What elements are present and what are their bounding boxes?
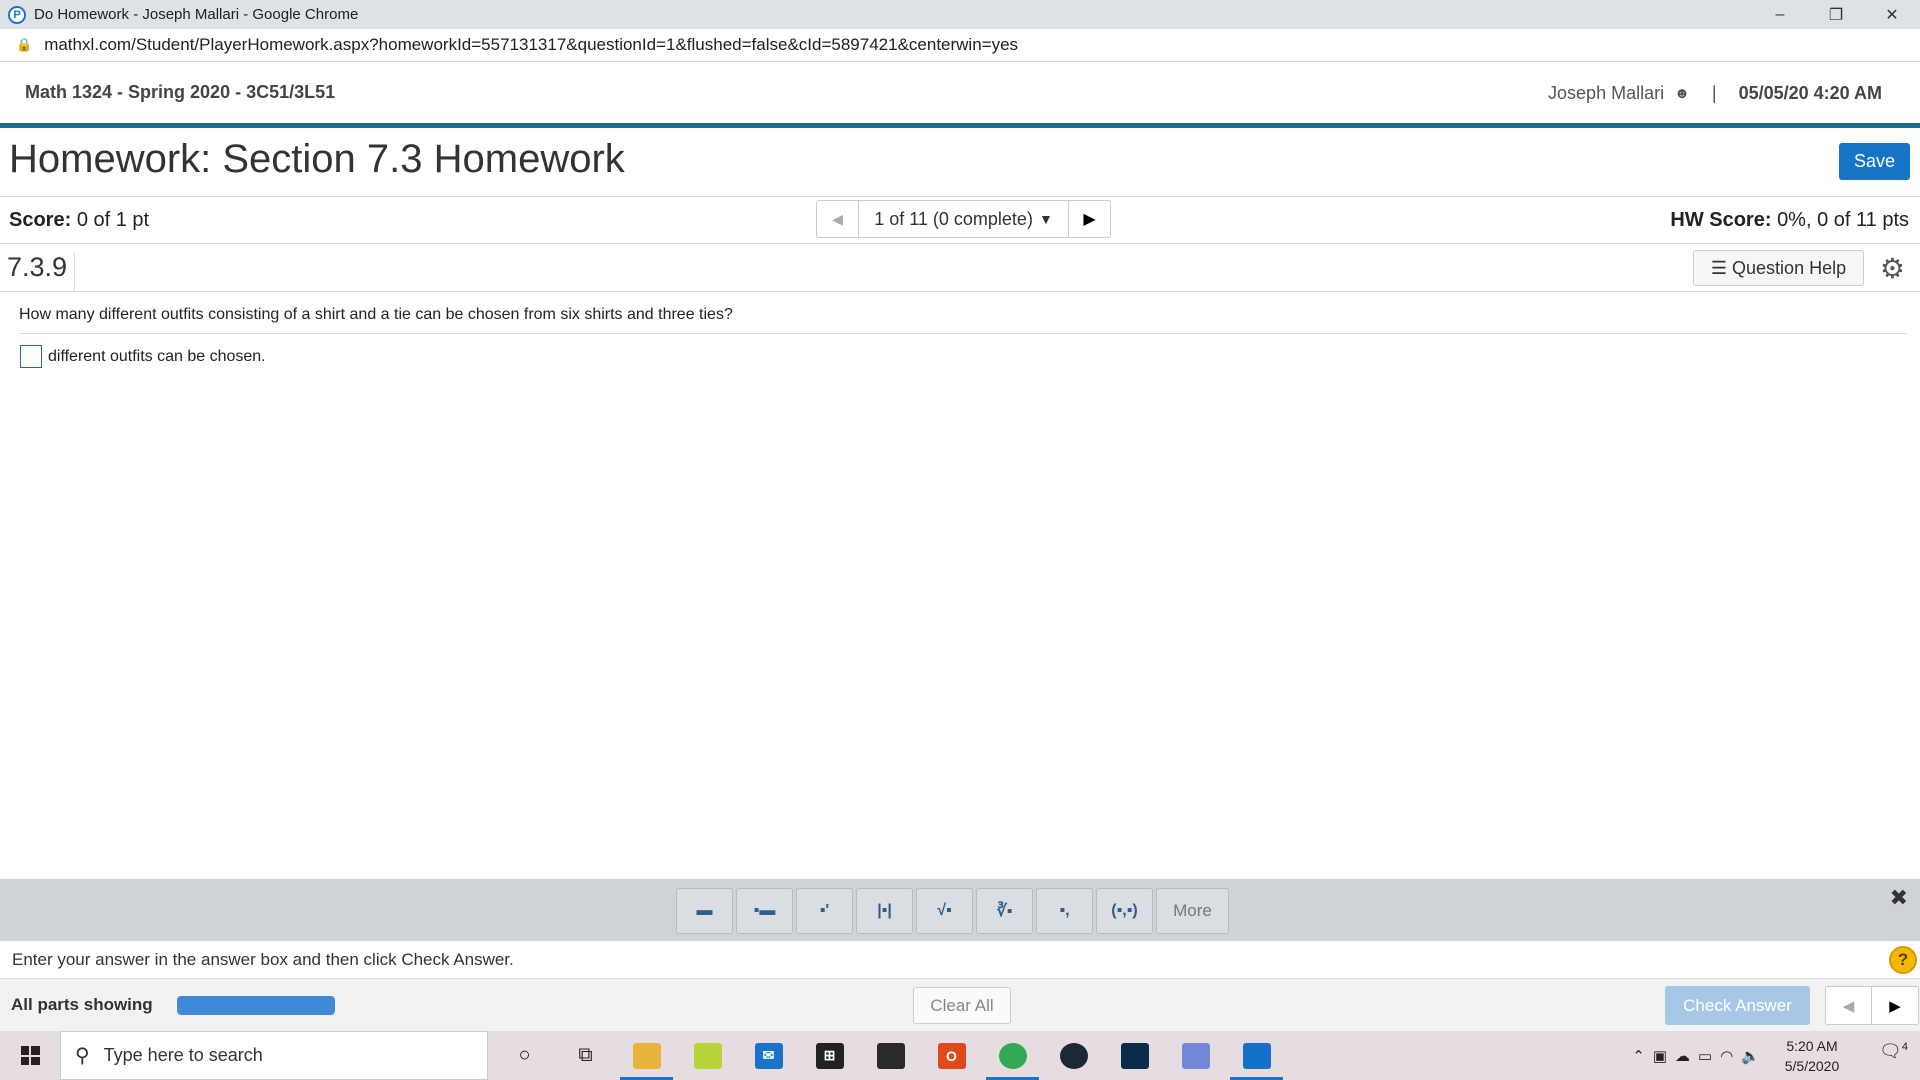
question-divider — [19, 333, 1907, 334]
clock-time: 5:20 AM — [1786, 1038, 1838, 1054]
clock-date: 5/5/2020 — [1784, 1058, 1840, 1074]
vpn-icon[interactable] — [1104, 1031, 1165, 1080]
hw-score-value: 0%, 0 of 11 pts — [1777, 209, 1909, 231]
course-name: Math 1324 - Spring 2020 - 3C51/3L51 — [25, 82, 336, 102]
windows-logo-icon — [20, 1046, 40, 1065]
help-question-icon[interactable]: ? — [1889, 946, 1917, 974]
search-icon: ⚲ — [75, 1045, 90, 1067]
question-text: How many different outfits consisting of… — [19, 306, 733, 323]
answer-input[interactable] — [20, 345, 42, 368]
subscript-icon[interactable]: ▪, — [1036, 888, 1093, 934]
caret-down-icon: ▼ — [1038, 211, 1053, 227]
sticky-notes-icon[interactable] — [677, 1031, 738, 1080]
next-arrow-icon[interactable]: ▶ — [1872, 987, 1918, 1024]
user-name[interactable]: Joseph Mallari — [1548, 83, 1664, 104]
sqrt-icon[interactable]: √▪ — [916, 888, 973, 934]
taskbar-search[interactable]: ⚲ Type here to search — [60, 1031, 488, 1080]
taskbar-apps: ○ ⧉ ✉ ⊞ O — [494, 1031, 1287, 1080]
more-tools-button[interactable]: More — [1156, 888, 1229, 934]
exponent-icon[interactable]: ▪' — [796, 888, 853, 934]
system-tray: ⌃ ▣ ☁ ▭ ◠ 🔈 — [1632, 1031, 1760, 1080]
math-palette: ▬ ▪▬ ▪' |▪| √▪ ∛▪ ▪, (▪,▪) More ✖ — [0, 879, 1920, 941]
file-explorer-icon[interactable] — [616, 1031, 677, 1080]
search-placeholder: Type here to search — [103, 1045, 263, 1065]
answer-row: different outfits can be chosen. — [20, 345, 266, 368]
parts-showing-label: All parts showing — [11, 995, 153, 1014]
store-icon[interactable]: ⊞ — [799, 1031, 860, 1080]
notification-count: 4 — [1901, 1041, 1908, 1053]
battery-icon[interactable]: ▭ — [1698, 1047, 1712, 1065]
url-text[interactable]: mathxl.com/Student/PlayerHomework.aspx?h… — [44, 35, 1018, 55]
close-palette-icon[interactable]: ✖ — [1890, 885, 1908, 911]
question-dropdown[interactable]: 1 of 11 (0 complete) ▼ — [859, 201, 1068, 237]
fraction-icon[interactable]: ▬ — [676, 888, 733, 934]
address-bar[interactable]: 🔒 mathxl.com/Student/PlayerHomework.aspx… — [0, 29, 1920, 62]
user-icon: ☻ — [1674, 84, 1690, 102]
notification-center-icon[interactable]: 🗨4 — [1879, 1041, 1908, 1062]
check-answer-button[interactable]: Check Answer — [1665, 986, 1810, 1025]
close-icon[interactable]: ✕ — [1864, 0, 1920, 29]
next-question-icon[interactable]: ▶ — [1068, 201, 1110, 237]
browser-title-bar: P Do Homework - Joseph Mallari - Google … — [0, 0, 1920, 29]
lock-icon: 🔒 — [16, 37, 33, 52]
course-header: Math 1324 - Spring 2020 - 3C51/3L51 Jose… — [0, 62, 1920, 128]
nth-root-icon[interactable]: ∛▪ — [976, 888, 1033, 934]
bottom-question-nav: ◀ ▶ — [1825, 986, 1919, 1025]
pearson-favicon-icon: P — [8, 5, 26, 24]
page-title: Homework: Section 7.3 Homework — [9, 137, 625, 181]
header-user-info: Joseph Mallari ☻ | 05/05/20 4:20 AM — [1548, 62, 1882, 124]
discord-icon[interactable] — [1165, 1031, 1226, 1080]
network-app-icon[interactable]: ▣ — [1653, 1047, 1667, 1065]
gear-icon[interactable]: ⚙ — [1880, 252, 1905, 285]
mixed-number-icon[interactable]: ▪▬ — [736, 888, 793, 934]
question-id-row: 7.3.9 ☰ Question Help ⚙ — [0, 244, 1920, 292]
chrome-icon[interactable] — [982, 1031, 1043, 1080]
office-icon[interactable]: O — [921, 1031, 982, 1080]
score-label: Score: — [9, 209, 72, 231]
list-icon: ☰ — [1710, 257, 1728, 278]
hw-score-label: HW Score: — [1670, 209, 1772, 231]
answer-suffix: different outfits can be chosen. — [48, 347, 266, 365]
task-view-icon[interactable]: ⧉ — [555, 1031, 616, 1080]
wifi-icon[interactable]: ◠ — [1720, 1047, 1733, 1065]
chevron-up-icon[interactable]: ⌃ — [1632, 1047, 1645, 1065]
parts-progress-bar — [177, 996, 335, 1015]
score-row: Score: 0 of 1 pt ◀ 1 of 11 (0 complete) … — [0, 196, 1920, 244]
absolute-value-icon[interactable]: |▪| — [856, 888, 913, 934]
predator-icon[interactable] — [860, 1031, 921, 1080]
hw-score: HW Score: 0%, 0 of 11 pts — [1670, 209, 1909, 232]
windows-taskbar: ⚲ Type here to search ○ ⧉ ✉ ⊞ O ⌃ ▣ ☁ ▭ … — [0, 1031, 1920, 1080]
clear-all-button[interactable]: Clear All — [913, 987, 1011, 1024]
photos-icon[interactable] — [1226, 1031, 1287, 1080]
question-id: 7.3.9 — [7, 252, 76, 292]
prev-question-icon[interactable]: ◀ — [817, 201, 859, 237]
interval-icon[interactable]: (▪,▪) — [1096, 888, 1153, 934]
header-datetime: 05/05/20 4:20 AM — [1738, 82, 1882, 103]
instruction-bar: Enter your answer in the answer box and … — [0, 941, 1920, 979]
bottom-bar: All parts showing Clear All Check Answer… — [0, 979, 1920, 1031]
mail-icon[interactable]: ✉ — [738, 1031, 799, 1080]
window-controls: – ❐ ✕ — [1752, 0, 1920, 29]
question-score: Score: 0 of 1 pt — [9, 209, 149, 232]
start-button[interactable] — [0, 1031, 60, 1080]
question-help-button[interactable]: ☰ Question Help — [1693, 250, 1864, 286]
steam-icon[interactable] — [1043, 1031, 1104, 1080]
taskbar-clock[interactable]: 5:20 AM 5/5/2020 — [1772, 1036, 1852, 1076]
prev-arrow-icon[interactable]: ◀ — [1826, 987, 1872, 1024]
question-position: 1 of 11 (0 complete) — [874, 208, 1033, 229]
parts-progress-fill — [177, 996, 335, 1015]
save-button[interactable]: Save — [1839, 143, 1910, 180]
minimize-icon[interactable]: – — [1752, 0, 1808, 29]
restore-icon[interactable]: ❐ — [1808, 0, 1864, 29]
header-separator: | — [1711, 82, 1717, 103]
question-navigator: ◀ 1 of 11 (0 complete) ▼ ▶ — [816, 200, 1111, 238]
volume-icon[interactable]: 🔈 — [1741, 1047, 1760, 1065]
window-title: Do Homework - Joseph Mallari - Google Ch… — [34, 6, 359, 23]
score-value: 0 of 1 pt — [76, 209, 150, 231]
cortana-icon[interactable]: ○ — [494, 1031, 555, 1080]
cloud-error-icon[interactable]: ☁ — [1675, 1047, 1690, 1065]
palette-tools: ▬ ▪▬ ▪' |▪| √▪ ∛▪ ▪, (▪,▪) More — [676, 888, 1229, 934]
question-help-label: Question Help — [1732, 257, 1847, 278]
instruction-text: Enter your answer in the answer box and … — [12, 950, 514, 969]
